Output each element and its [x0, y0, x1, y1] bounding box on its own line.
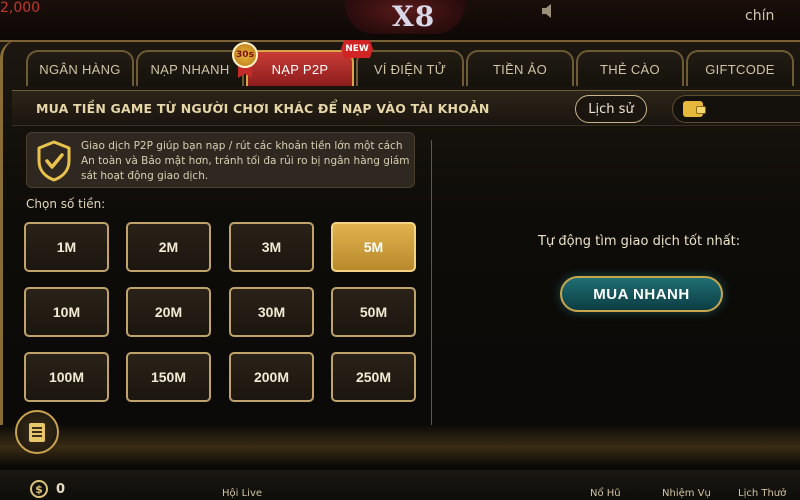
- amount-option[interactable]: 250M: [331, 352, 416, 402]
- amount-option[interactable]: 2M: [126, 222, 211, 272]
- tab-6[interactable]: THẺ CÀO: [576, 50, 684, 86]
- tab-1[interactable]: NGÂN HÀNG: [26, 50, 134, 86]
- menu-button[interactable]: [15, 410, 59, 454]
- column-divider: [431, 140, 432, 425]
- amount-option[interactable]: 10M: [24, 287, 109, 337]
- top-balance: 2,000: [0, 0, 41, 16]
- amount-option[interactable]: 3M: [229, 222, 314, 272]
- page-title: MUA TIỀN GAME TỪ NGƯỜI CHƠI KHÁC ĐỂ NẠP …: [36, 101, 490, 116]
- amount-option[interactable]: 100M: [24, 352, 109, 402]
- amount-label: Chọn số tiền:: [26, 197, 106, 211]
- shield-check-icon: [37, 140, 71, 182]
- bottom-nav-missions[interactable]: Nhiệm Vụ: [662, 488, 711, 499]
- tab-2[interactable]: NẠP NHANH: [136, 50, 244, 86]
- amount-option[interactable]: 30M: [229, 287, 314, 337]
- panel-bottom-edge: [0, 425, 800, 465]
- game-logo: X8: [392, 0, 436, 33]
- amount-option[interactable]: 200M: [229, 352, 314, 402]
- bottom-nav-rewards[interactable]: Lịch Thưở: [738, 488, 786, 499]
- amount-option[interactable]: 150M: [126, 352, 211, 402]
- amount-option[interactable]: 50M: [331, 287, 416, 337]
- p2p-notice: Giao dịch P2P giúp bạn nạp / rút các kho…: [26, 132, 415, 188]
- amount-option[interactable]: 5M: [331, 222, 416, 272]
- badge-new: NEW: [341, 40, 373, 58]
- amount-option[interactable]: 20M: [126, 287, 211, 337]
- document-icon: [29, 423, 45, 442]
- bottom-nav-live[interactable]: Hội Live: [222, 488, 262, 499]
- history-button[interactable]: Lịch sử: [575, 95, 647, 123]
- coin-balance: 0: [56, 482, 66, 497]
- notice-text: Giao dịch P2P giúp bạn nạp / rút các kho…: [81, 140, 410, 182]
- tab-3[interactable]: NẠP P2P: [246, 50, 354, 86]
- speaker-icon[interactable]: [540, 4, 560, 18]
- tab-4[interactable]: VÍ ĐIỆN TỬ: [356, 50, 464, 86]
- wallet-field[interactable]: [672, 95, 800, 123]
- buy-now-button[interactable]: MUA NHANH: [560, 276, 723, 312]
- auto-match-text: Tự động tìm giao dịch tốt nhất:: [538, 234, 741, 249]
- tab-5[interactable]: TIỀN ẢO: [466, 50, 574, 86]
- header-strip: MUA TIỀN GAME TỪ NGƯỜI CHƠI KHÁC ĐỂ NẠP …: [12, 90, 800, 126]
- coin-icon: $: [30, 480, 48, 498]
- badge-30s: 30s: [232, 42, 258, 68]
- top-right-text: chín: [745, 8, 775, 24]
- amount-option[interactable]: 1M: [24, 222, 109, 272]
- bottom-nav-jackpot[interactable]: Nổ Hũ: [590, 488, 621, 499]
- wallet-icon: [683, 101, 706, 117]
- tab-7[interactable]: GIFTCODE: [686, 50, 794, 86]
